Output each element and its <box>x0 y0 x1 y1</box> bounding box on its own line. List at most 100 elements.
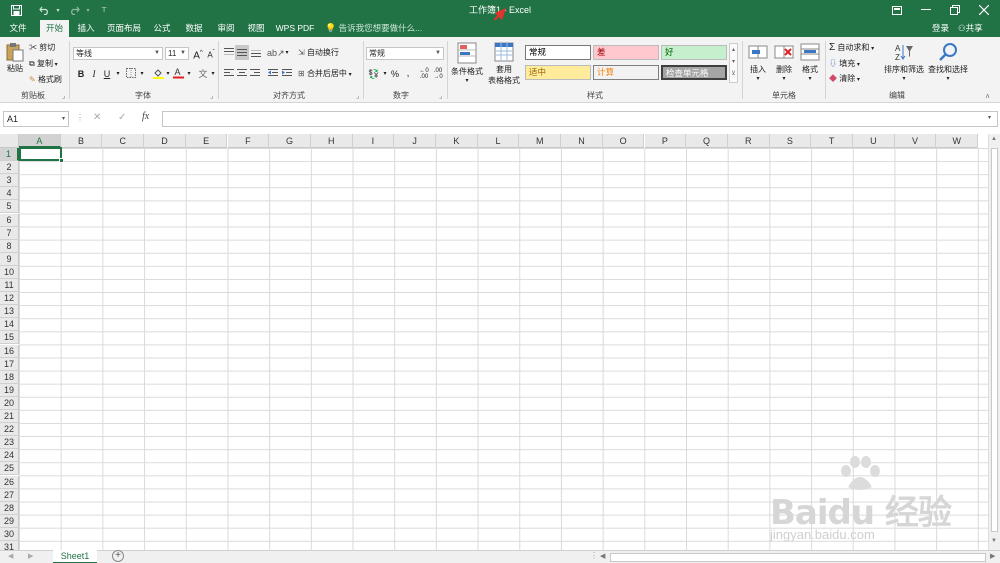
column-header-r[interactable]: R <box>727 134 770 148</box>
column-header-d[interactable]: D <box>144 134 186 148</box>
find-select-button[interactable]: 查找和选择 ▾ <box>926 42 970 82</box>
column-header-t[interactable]: T <box>811 134 853 148</box>
percent-style-icon[interactable]: % <box>389 68 401 80</box>
expand-formula-icon[interactable]: ▾ <box>988 114 991 121</box>
add-sheet-icon[interactable]: + <box>112 550 124 562</box>
vertical-scrollbar[interactable]: ▲ ▼ <box>988 134 1000 550</box>
row-header-16[interactable]: 16 <box>0 344 19 358</box>
font-color-dropdown-icon[interactable]: ▾ <box>183 68 195 80</box>
merge-center-button[interactable]: ⊞ 合并后居中 ▾ <box>298 68 352 79</box>
vertical-scroll-thumb[interactable] <box>991 148 998 532</box>
tab-wps-pdf[interactable]: WPS PDF <box>273 20 317 37</box>
tab-page-layout[interactable]: 页面布局 <box>103 20 145 37</box>
row-header-15[interactable]: 15 <box>0 331 19 345</box>
row-header-11[interactable]: 11 <box>0 279 19 293</box>
style-good[interactable]: 好 <box>661 45 727 60</box>
orientation-dropdown-icon[interactable]: ▾ <box>281 47 293 59</box>
style-calculation[interactable]: 计算 <box>593 65 659 80</box>
row-header-2[interactable]: 2 <box>0 161 19 175</box>
formula-input[interactable] <box>162 111 998 127</box>
column-header-o[interactable]: O <box>602 134 645 148</box>
column-header-c[interactable]: C <box>102 134 145 148</box>
tab-view[interactable]: 视图 <box>243 20 269 37</box>
column-header-k[interactable]: K <box>436 134 478 148</box>
align-right-icon[interactable] <box>249 68 261 80</box>
align-middle-icon[interactable] <box>235 45 249 60</box>
ribbon-display-icon[interactable] <box>883 1 911 19</box>
share-button[interactable]: ⚇共享 <box>958 20 983 37</box>
alignment-launcher-icon[interactable]: ⌟ <box>356 92 359 100</box>
column-header-w[interactable]: W <box>936 134 979 148</box>
scroll-down-icon[interactable]: ▾ <box>730 56 737 68</box>
align-left-icon[interactable] <box>223 68 235 80</box>
row-header-22[interactable]: 22 <box>0 423 19 437</box>
row-header-5[interactable]: 5 <box>0 200 19 214</box>
italic-button[interactable]: I <box>88 68 100 80</box>
scroll-up-arrow-icon[interactable]: ▲ <box>991 136 997 142</box>
row-header-26[interactable]: 26 <box>0 475 19 489</box>
format-painter-button[interactable]: ✎ 格式刷 <box>29 74 62 85</box>
comma-style-icon[interactable]: , <box>402 68 414 80</box>
column-header-e[interactable]: E <box>185 134 228 148</box>
scroll-left-arrow-icon[interactable]: ◀ <box>600 552 605 560</box>
styles-gallery-scroll[interactable]: ▴ ▾ ⊻ <box>729 43 738 83</box>
style-check-cell[interactable]: 检查单元格 <box>661 65 727 80</box>
horizontal-scroll-thumb[interactable] <box>610 553 986 562</box>
decrease-indent-icon[interactable] <box>267 68 279 80</box>
column-header-q[interactable]: Q <box>686 134 728 148</box>
column-header-j[interactable]: J <box>394 134 436 148</box>
prev-sheet-icon[interactable]: ◀ <box>8 552 13 560</box>
row-header-10[interactable]: 10 <box>0 265 19 279</box>
column-header-i[interactable]: I <box>352 134 395 148</box>
login-link[interactable]: 登录 <box>932 20 949 37</box>
column-header-l[interactable]: L <box>477 134 520 148</box>
style-bad[interactable]: 差 <box>593 45 659 60</box>
tab-file[interactable]: 文件 <box>4 20 32 37</box>
align-center-icon[interactable] <box>236 68 248 80</box>
wrap-text-button[interactable]: ⇲ 自动换行 <box>298 47 339 58</box>
select-all-corner[interactable] <box>0 134 19 148</box>
row-header-31[interactable]: 31 <box>0 541 19 550</box>
column-header-v[interactable]: V <box>894 134 937 148</box>
row-header-12[interactable]: 12 <box>0 292 19 306</box>
name-box[interactable]: A1 ▾ <box>3 111 69 127</box>
style-normal[interactable]: 常规 <box>525 45 591 60</box>
autosum-button[interactable]: Σ 自动求和 ▾ <box>829 42 874 53</box>
row-header-21[interactable]: 21 <box>0 410 19 424</box>
row-header-28[interactable]: 28 <box>0 501 19 515</box>
decrease-decimal-icon[interactable]: .00 →0 <box>432 68 444 80</box>
orientation-icon[interactable]: ab↗ <box>267 47 285 59</box>
row-header-17[interactable]: 17 <box>0 357 19 371</box>
format-cells-button[interactable]: 格式 ▾ <box>798 42 822 82</box>
copy-button[interactable]: ⧉ 复制 ▾ <box>29 58 58 69</box>
collapse-ribbon-icon[interactable]: ∧ <box>985 92 990 100</box>
column-header-n[interactable]: N <box>561 134 603 148</box>
row-header-4[interactable]: 4 <box>0 187 19 201</box>
align-bottom-icon[interactable] <box>250 47 262 59</box>
expand-gallery-icon[interactable]: ⊻ <box>730 68 737 80</box>
bold-button[interactable]: B <box>75 68 87 80</box>
number-format-select[interactable]: 常规 ▼ <box>366 47 444 60</box>
tab-split-handle[interactable]: ⋮ <box>590 551 598 560</box>
restore-icon[interactable] <box>941 1 969 19</box>
column-header-p[interactable]: P <box>644 134 687 148</box>
row-header-23[interactable]: 23 <box>0 436 19 450</box>
fill-button[interactable]: ⇩ 填充 ▾ <box>829 58 860 69</box>
row-header-8[interactable]: 8 <box>0 239 19 253</box>
row-header-7[interactable]: 7 <box>0 226 19 240</box>
tell-me-box[interactable]: 💡 告诉我您想要做什么... <box>325 20 422 37</box>
sheet-tab-sheet1[interactable]: Sheet1 <box>53 550 97 563</box>
row-header-18[interactable]: 18 <box>0 370 19 384</box>
column-header-g[interactable]: G <box>269 134 311 148</box>
clipboard-launcher-icon[interactable]: ⌟ <box>62 92 65 100</box>
grow-font-button[interactable]: A^ <box>192 47 204 61</box>
font-launcher-icon[interactable]: ⌟ <box>210 92 213 100</box>
row-header-30[interactable]: 30 <box>0 527 19 541</box>
underline-dropdown-icon[interactable]: ▾ <box>112 68 124 80</box>
font-name-select[interactable]: 等线 ▼ <box>73 47 163 60</box>
row-header-14[interactable]: 14 <box>0 318 19 332</box>
row-header-25[interactable]: 25 <box>0 462 19 476</box>
tab-insert[interactable]: 插入 <box>73 20 99 37</box>
tab-home[interactable]: 开始 <box>40 20 69 37</box>
column-header-a[interactable]: A <box>19 134 61 148</box>
